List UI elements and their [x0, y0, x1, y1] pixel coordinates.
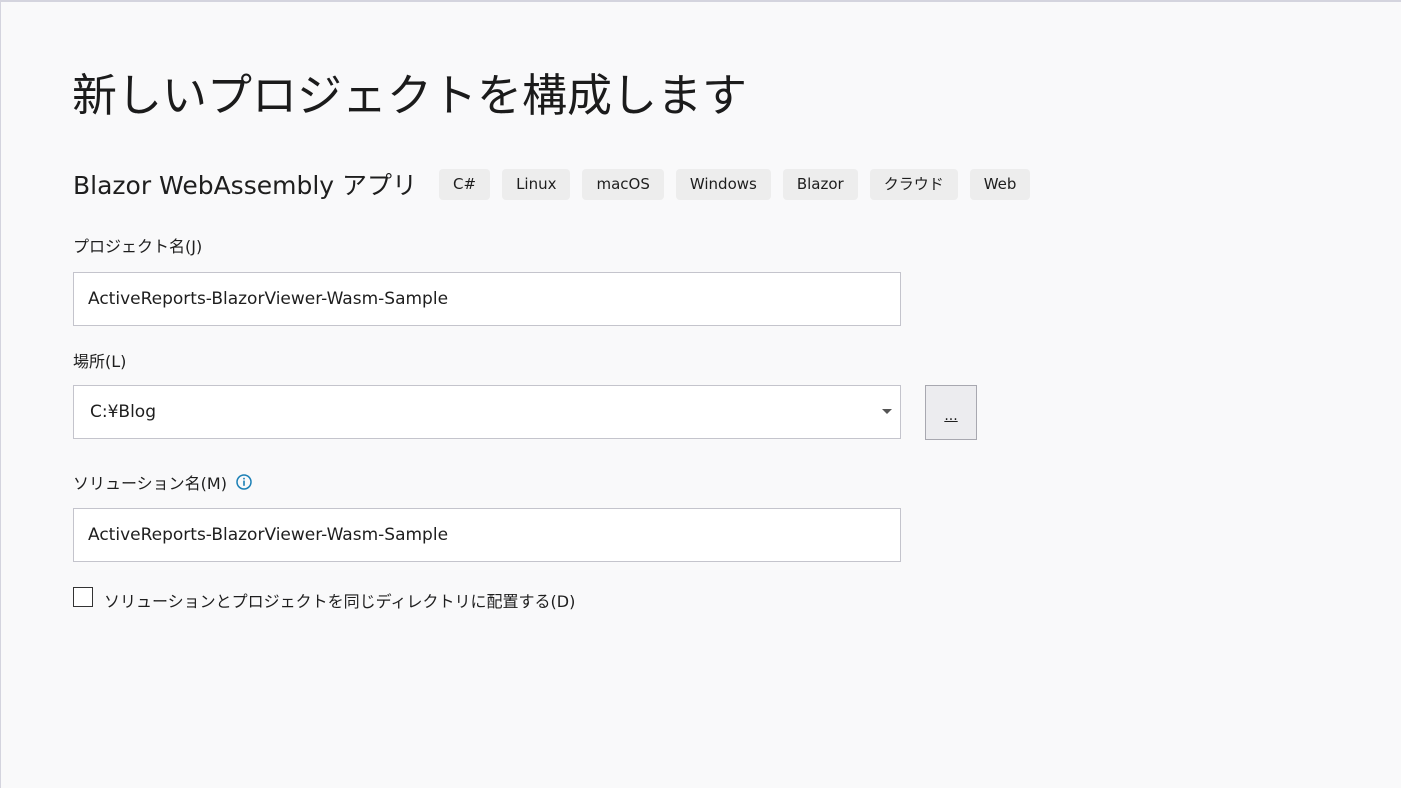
- same-directory-label[interactable]: ソリューションとプロジェクトを同じディレクトリに配置する(D): [104, 588, 575, 612]
- tag-linux: Linux: [502, 168, 571, 200]
- template-name: Blazor WebAssembly アプリ: [73, 171, 418, 200]
- template-header: Blazor WebAssembly アプリ C# Linux macOS Wi…: [73, 166, 1031, 202]
- solution-name-label: ソリューション名(M): [73, 474, 227, 493]
- location-combobox[interactable]: C:¥Blog: [73, 385, 901, 439]
- tag-cloud: クラウド: [869, 168, 958, 200]
- same-directory-option[interactable]: ソリューションとプロジェクトを同じディレクトリに配置する(D): [73, 582, 575, 612]
- same-directory-checkbox[interactable]: [73, 587, 93, 607]
- solution-name-input[interactable]: ActiveReports-BlazorViewer-Wasm-Sample: [73, 508, 901, 562]
- template-tags: C# Linux macOS Windows Blazor クラウド Web: [439, 168, 1031, 200]
- browse-button[interactable]: ...: [925, 385, 977, 440]
- project-name-label: プロジェクト名(J): [73, 237, 203, 256]
- tag-macos: macOS: [582, 168, 664, 200]
- location-label: 場所(L): [73, 352, 127, 371]
- solution-name-label-row: ソリューション名(M): [73, 470, 252, 494]
- project-name-input[interactable]: ActiveReports-BlazorViewer-Wasm-Sample: [73, 272, 901, 326]
- page-title: 新しいプロジェクトを構成します: [72, 69, 748, 122]
- location-value: C:¥Blog: [90, 402, 156, 422]
- chevron-down-icon[interactable]: [882, 409, 892, 414]
- tag-csharp: C#: [439, 168, 491, 200]
- tag-blazor: Blazor: [782, 168, 858, 200]
- tag-web: Web: [969, 168, 1031, 200]
- info-icon[interactable]: [236, 474, 252, 490]
- tag-windows: Windows: [675, 168, 771, 200]
